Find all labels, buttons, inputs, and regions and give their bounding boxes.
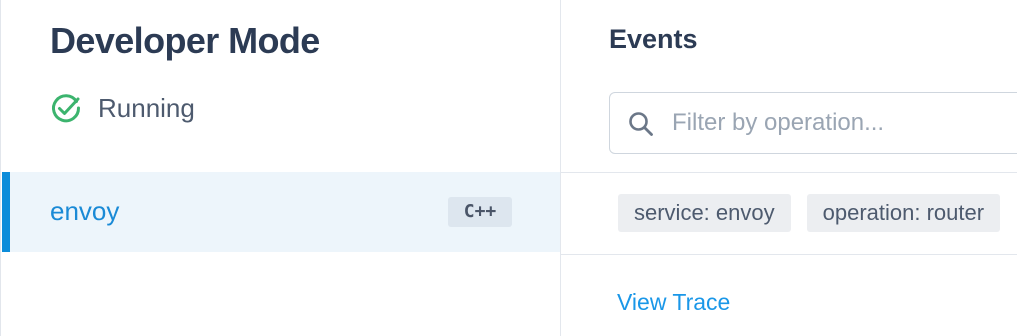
tag-service: service: envoy <box>618 194 791 232</box>
events-title: Events <box>609 24 698 54</box>
search-icon <box>629 112 653 136</box>
search-box[interactable] <box>609 92 1017 154</box>
app-title: Developer Mode <box>50 20 320 61</box>
view-trace-link[interactable]: View Trace <box>617 289 730 316</box>
search-input[interactable] <box>672 93 1012 153</box>
section-divider <box>561 172 1017 173</box>
events-panel: Events service: envoy operation: router … <box>561 0 1017 336</box>
language-badge: C++ <box>448 197 512 227</box>
developer-mode-window: Developer Mode Running envoy C++ Events <box>0 0 1017 336</box>
service-item-envoy[interactable]: envoy C++ <box>2 172 560 252</box>
event-tags: service: envoy operation: router <box>618 194 1001 232</box>
check-circle-icon <box>52 94 81 123</box>
sidebar: Developer Mode Running envoy C++ <box>1 0 560 336</box>
service-name: envoy <box>50 196 120 226</box>
selection-indicator <box>2 172 10 252</box>
status-text: Running <box>98 92 195 123</box>
section-divider <box>561 254 1017 255</box>
status-indicator: Running <box>50 91 195 125</box>
tag-operation: operation: router <box>806 194 1001 232</box>
